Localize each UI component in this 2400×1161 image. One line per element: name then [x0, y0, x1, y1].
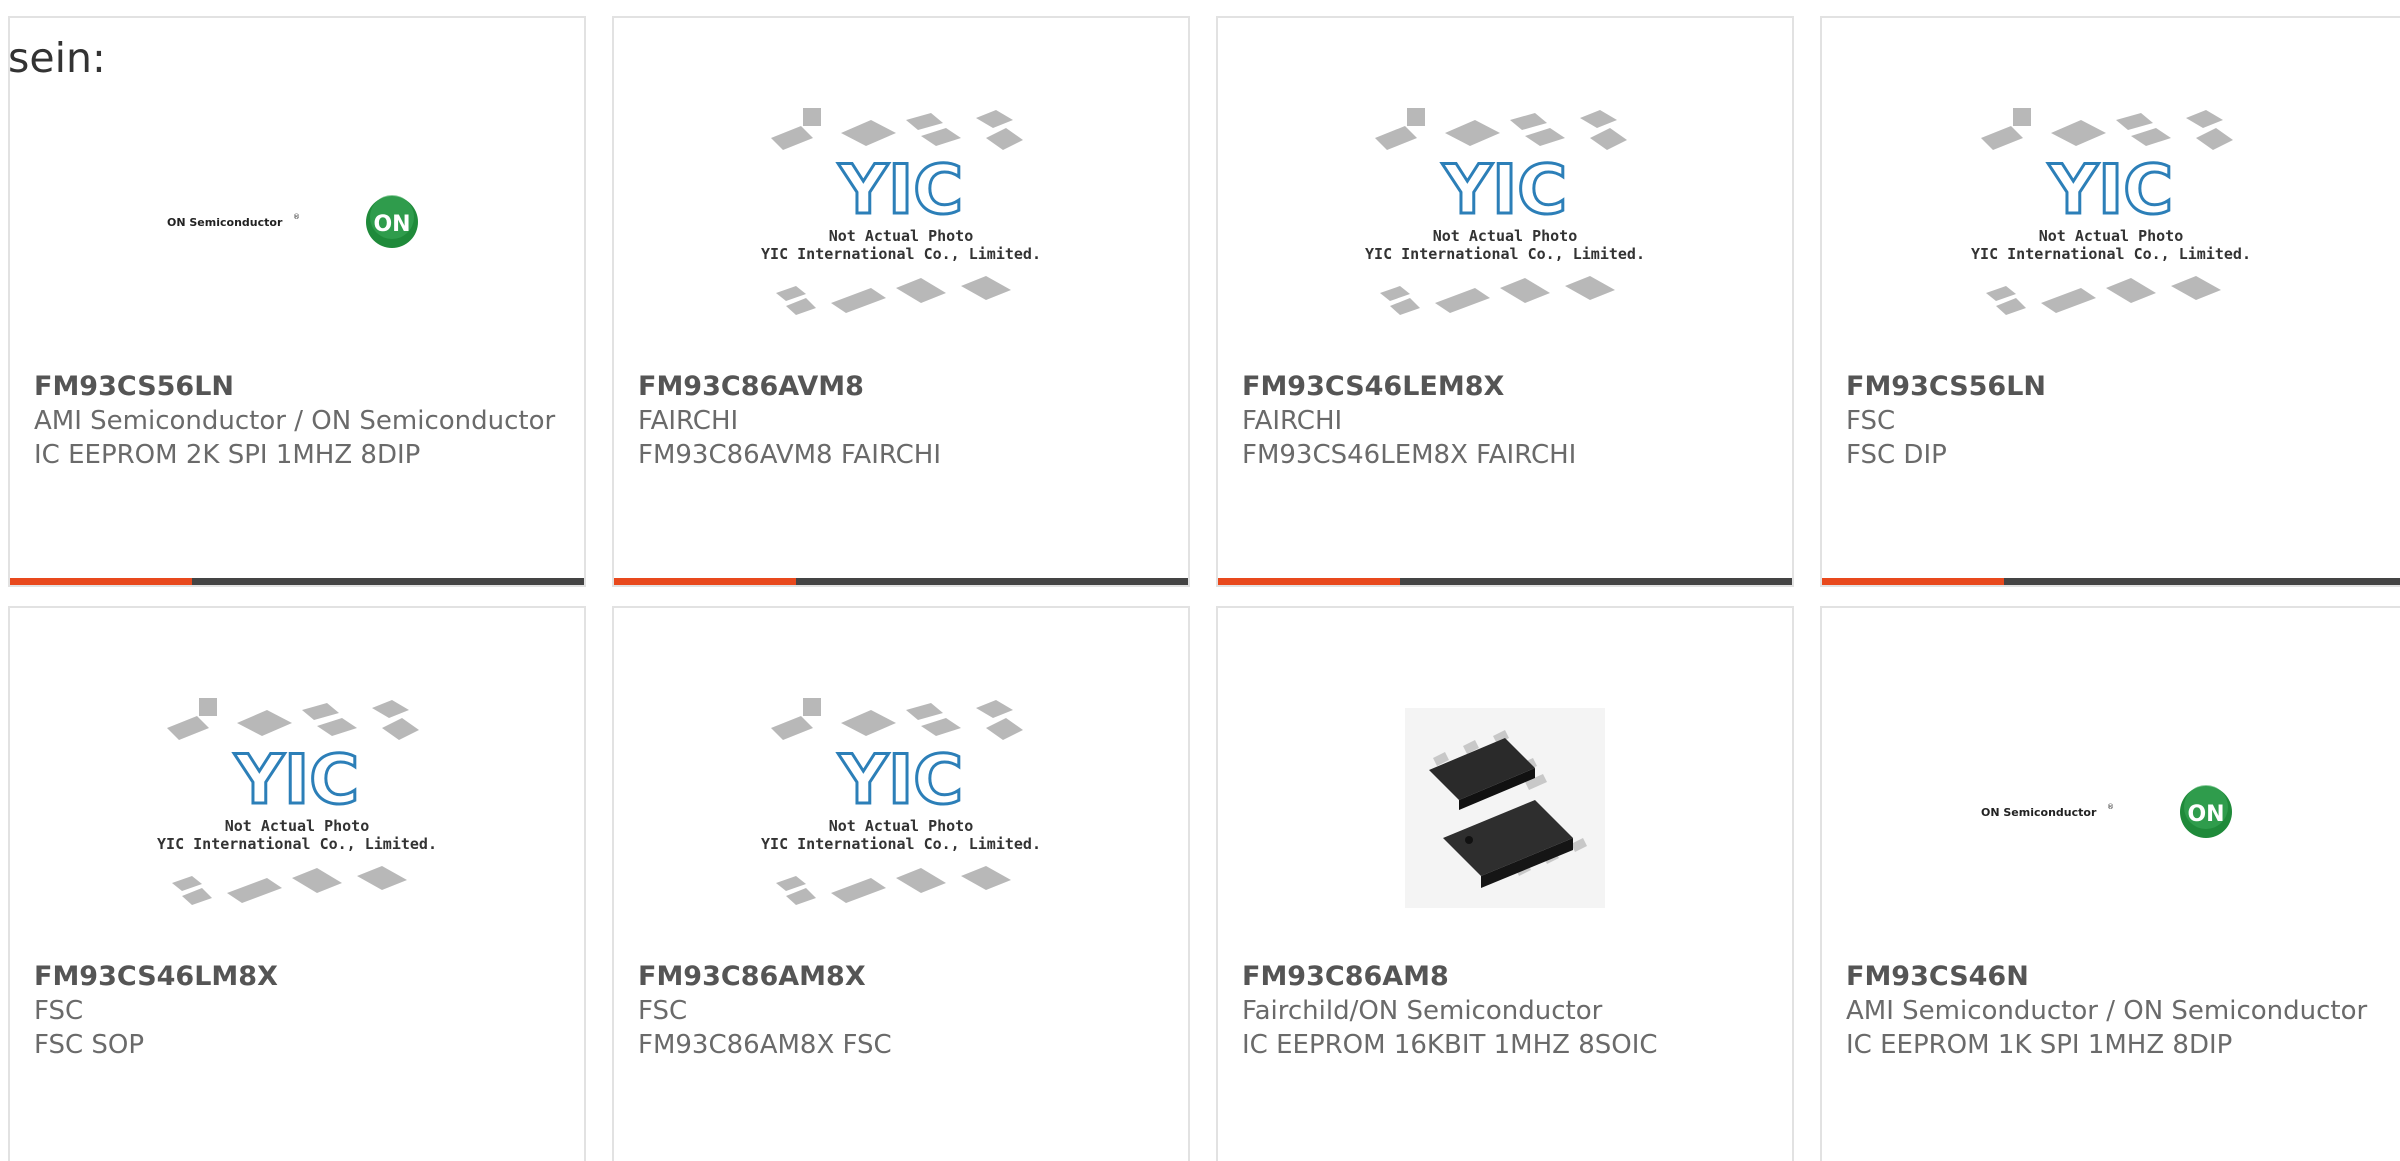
product-info: FM93CS46LM8X FSC FSC SOP	[34, 960, 560, 1062]
svg-text:YIC: YIC	[838, 741, 963, 820]
description: IC EEPROM 1K SPI 1MHZ 8DIP	[1846, 1030, 2233, 1060]
svg-text:YIC: YIC	[1442, 151, 1567, 230]
card-bottom-bar	[614, 578, 1188, 585]
yic-placeholder-image: YIC Not Actual Photo YIC International C…	[1971, 108, 2251, 315]
product-card[interactable]: YIC Not Actual Photo YIC International C…	[1216, 16, 1794, 587]
svg-text:YIC: YIC	[234, 741, 359, 820]
description: FM93C86AVM8 FAIRCHI	[638, 440, 942, 470]
product-card[interactable]: YIC Not Actual Photo YIC International C…	[8, 606, 586, 1161]
product-info: FM93C86AM8 Fairchild/ON Semiconductor IC…	[1242, 960, 1768, 1062]
yic-placeholder-image: YIC Not Actual Photo YIC International C…	[761, 108, 1041, 315]
svg-text:®: ®	[2107, 803, 2114, 811]
manufacturer: FSC	[34, 996, 84, 1026]
product-card[interactable]: ON Semiconductor ® ON FM93CS46N AMI Semi…	[1820, 606, 2400, 1161]
product-card[interactable]: FM93C86AM8 Fairchild/ON Semiconductor IC…	[1216, 606, 1794, 1161]
yic-placeholder-image: YIC Not Actual Photo YIC International C…	[157, 698, 437, 905]
product-card[interactable]: YIC Not Actual Photo YIC International C…	[612, 606, 1190, 1161]
svg-text:YIC: YIC	[2048, 151, 2173, 230]
manufacturer: FSC	[638, 996, 688, 1026]
part-number[interactable]: FM93CS46LEM8X	[1242, 370, 1768, 404]
svg-text:®: ®	[293, 213, 300, 221]
part-number[interactable]: FM93C86AVM8	[638, 370, 1164, 404]
svg-text:YIC International Co., Limited: YIC International Co., Limited.	[761, 835, 1041, 853]
product-image[interactable]: YIC Not Actual Photo YIC International C…	[10, 688, 584, 928]
svg-text:YIC: YIC	[838, 151, 963, 230]
description: IC EEPROM 2K SPI 1MHZ 8DIP	[34, 440, 421, 470]
product-card[interactable]: YIC Not Actual Photo YIC International C…	[612, 16, 1190, 587]
svg-text:YIC International Co., Limited: YIC International Co., Limited.	[1971, 245, 2251, 263]
part-number[interactable]: FM93C86AM8X	[638, 960, 1164, 994]
product-info: FM93CS56LN AMI Semiconductor / ON Semico…	[34, 370, 560, 472]
svg-text:ON Semiconductor: ON Semiconductor	[167, 216, 283, 229]
svg-text:YIC International Co., Limited: YIC International Co., Limited.	[1365, 245, 1645, 263]
product-info: FM93CS46N AMI Semiconductor / ON Semicon…	[1846, 960, 2376, 1062]
svg-text:Not Actual Photo: Not Actual Photo	[829, 817, 974, 835]
product-image[interactable]: YIC Not Actual Photo YIC International C…	[1218, 98, 1792, 338]
product-image[interactable]: ON Semiconductor ® ON	[10, 98, 584, 338]
svg-text:Not Actual Photo: Not Actual Photo	[1433, 227, 1578, 245]
part-number[interactable]: FM93CS46N	[1846, 960, 2376, 994]
soic-chip-photo	[1405, 708, 1605, 908]
product-image[interactable]: ON Semiconductor ® ON	[1822, 688, 2400, 928]
card-bottom-bar	[1822, 578, 2400, 585]
part-number[interactable]: FM93CS46LM8X	[34, 960, 560, 994]
manufacturer: FSC	[1846, 406, 1896, 436]
manufacturer: FAIRCHI	[1242, 406, 1343, 436]
card-bottom-bar	[1218, 578, 1792, 585]
manufacturer: Fairchild/ON Semiconductor	[1242, 996, 1603, 1026]
intro-text: sein:	[8, 34, 106, 82]
product-image[interactable]	[1218, 688, 1792, 928]
manufacturer: AMI Semiconductor / ON Semiconductor	[34, 406, 556, 436]
product-card[interactable]: ON Semiconductor ® ON FM93CS56LN AMI Sem…	[8, 16, 586, 587]
svg-text:ON: ON	[373, 212, 410, 237]
product-info: FM93C86AM8X FSC FM93C86AM8X FSC	[638, 960, 1164, 1062]
card-bottom-bar	[10, 578, 584, 585]
product-info: FM93C86AVM8 FAIRCHI FM93C86AVM8 FAIRCHI	[638, 370, 1164, 472]
product-image[interactable]: YIC Not Actual Photo YIC International C…	[1822, 98, 2400, 338]
product-image[interactable]: YIC Not Actual Photo YIC International C…	[614, 98, 1188, 338]
manufacturer: FAIRCHI	[638, 406, 739, 436]
on-semiconductor-logo: ON Semiconductor ® ON	[167, 195, 418, 248]
part-number[interactable]: FM93CS56LN	[34, 370, 560, 404]
product-image[interactable]: YIC Not Actual Photo YIC International C…	[614, 688, 1188, 928]
svg-text:ON Semiconductor: ON Semiconductor	[1981, 806, 2097, 819]
svg-text:Not Actual Photo: Not Actual Photo	[2039, 227, 2184, 245]
description: FM93CS46LEM8X FAIRCHI	[1242, 440, 1577, 470]
svg-text:ON: ON	[2187, 802, 2224, 827]
svg-text:Not Actual Photo: Not Actual Photo	[225, 817, 370, 835]
description: FSC DIP	[1846, 440, 1947, 470]
product-info: FM93CS56LN FSC FSC DIP	[1846, 370, 2376, 472]
part-number[interactable]: FM93C86AM8	[1242, 960, 1768, 994]
manufacturer: AMI Semiconductor / ON Semiconductor	[1846, 996, 2368, 1026]
product-grid: sein: ON Semiconductor ® ON FM93CS56LN A…	[0, 0, 2400, 1161]
svg-text:YIC International Co., Limited: YIC International Co., Limited.	[157, 835, 437, 853]
svg-text:YIC International Co., Limited: YIC International Co., Limited.	[761, 245, 1041, 263]
product-info: FM93CS46LEM8X FAIRCHI FM93CS46LEM8X FAIR…	[1242, 370, 1768, 472]
on-semiconductor-logo: ON Semiconductor ® ON	[1981, 785, 2232, 838]
description: IC EEPROM 16KBIT 1MHZ 8SOIC	[1242, 1030, 1658, 1060]
yic-placeholder-image: YIC Not Actual Photo YIC International C…	[761, 698, 1041, 905]
part-number[interactable]: FM93CS56LN	[1846, 370, 2376, 404]
product-card[interactable]: YIC Not Actual Photo YIC International C…	[1820, 16, 2400, 587]
yic-placeholder-image: YIC Not Actual Photo YIC International C…	[1365, 108, 1645, 315]
svg-text:Not Actual Photo: Not Actual Photo	[829, 227, 974, 245]
description: FM93C86AM8X FSC	[638, 1030, 892, 1060]
description: FSC SOP	[34, 1030, 145, 1060]
